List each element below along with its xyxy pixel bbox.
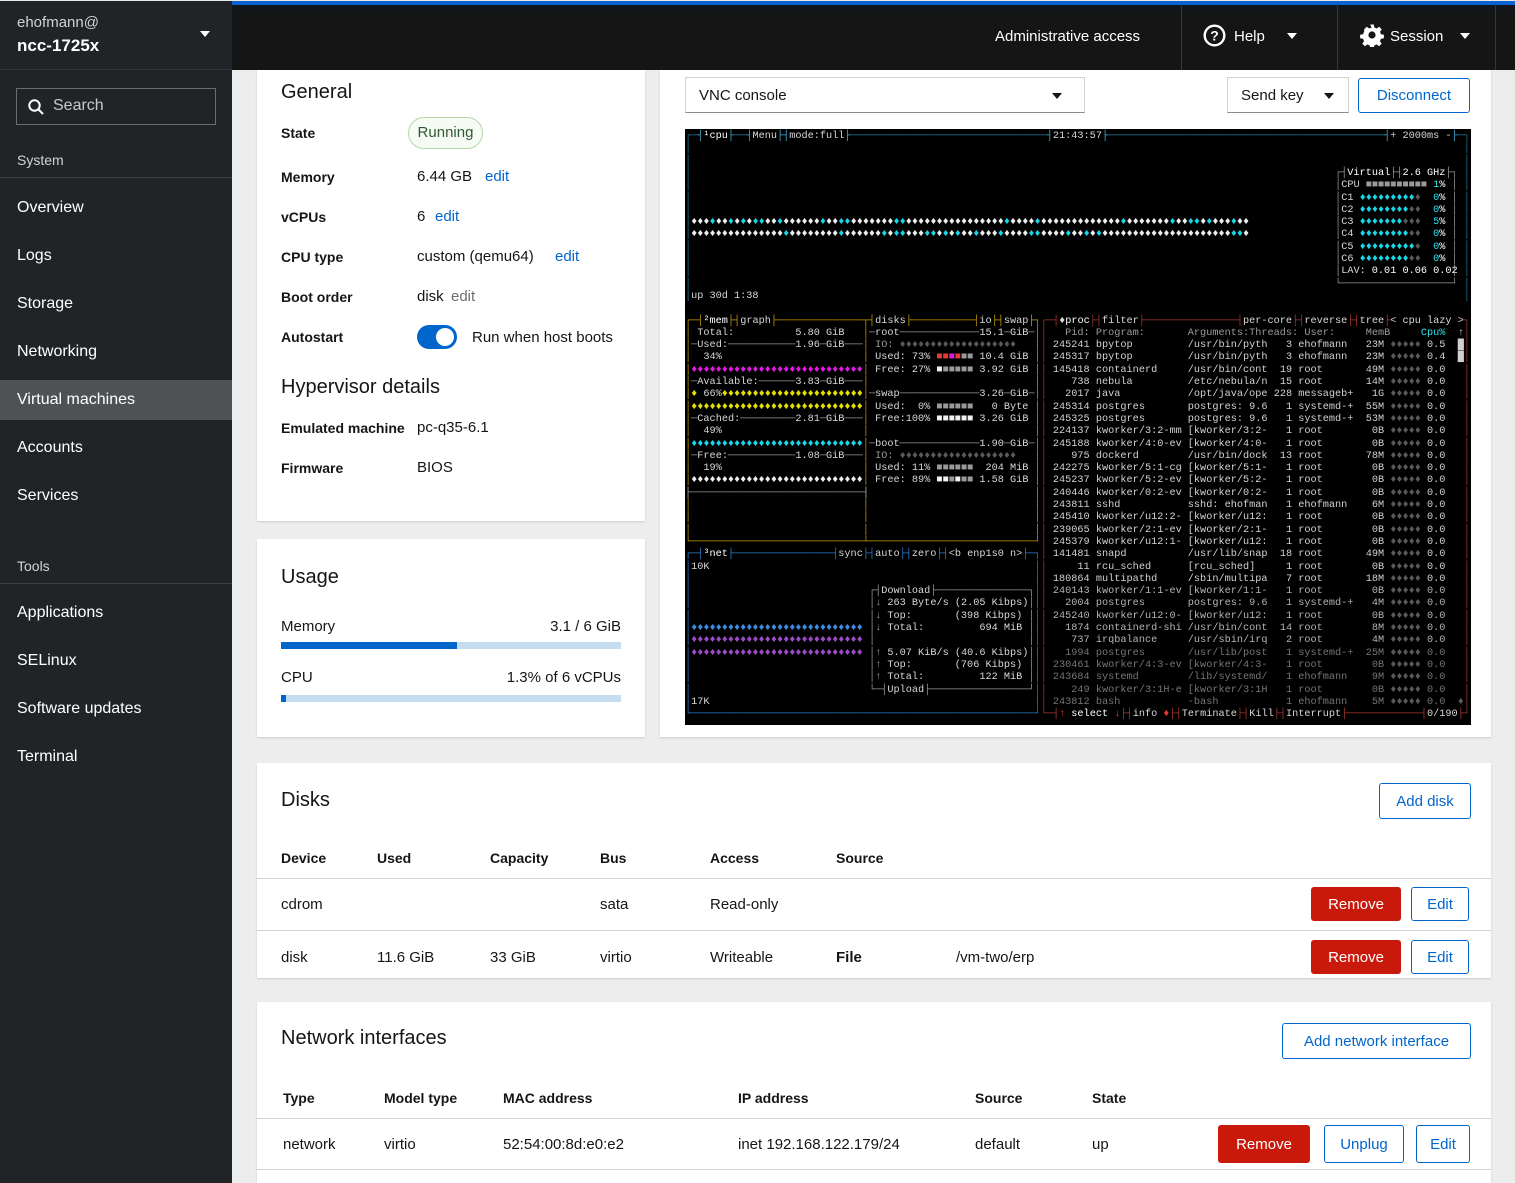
svg-text:?: ?: [1210, 28, 1219, 44]
